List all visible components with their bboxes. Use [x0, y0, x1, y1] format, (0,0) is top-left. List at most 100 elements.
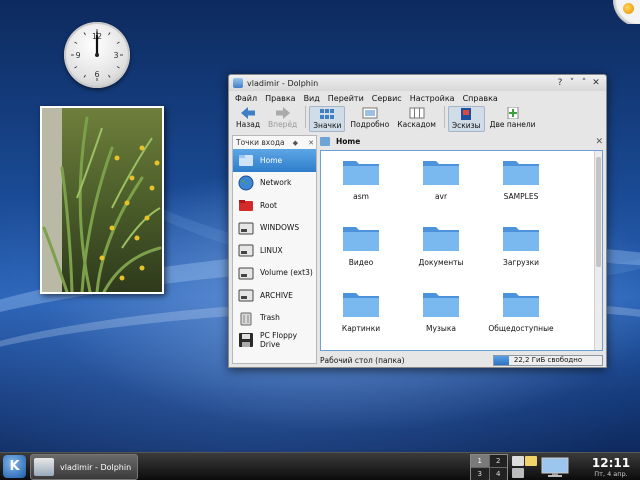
folder-icon — [503, 227, 539, 251]
root-folder-icon — [239, 200, 253, 212]
place-label: ARCHIVE — [260, 290, 293, 300]
folder-label: Видео — [348, 258, 374, 267]
place-floppy[interactable]: PC Floppy Drive — [233, 329, 316, 352]
status-bar: Рабочий стол (папка) 22,2 ГиБ свободно — [320, 354, 603, 366]
folder-label: asm — [353, 192, 369, 201]
free-space-bar: 22,2 ГиБ свободно — [493, 354, 603, 366]
maximize-icon[interactable]: ˄ — [578, 78, 590, 88]
place-network[interactable]: Network — [233, 172, 316, 195]
folder-item[interactable]: avr — [401, 157, 481, 201]
place-trash[interactable]: Trash — [233, 307, 316, 330]
menu-file[interactable]: Файл — [235, 94, 257, 103]
clock-time: 12:11 — [591, 456, 631, 470]
dolphin-app-icon[interactable] — [233, 78, 243, 88]
menu-tools[interactable]: Сервис — [372, 94, 402, 103]
folder-icon — [423, 161, 459, 185]
clock-numeral-9: 9 — [75, 51, 80, 60]
folder-icon — [343, 227, 379, 251]
drive-icon — [238, 222, 254, 235]
network-icon — [238, 175, 254, 191]
desktop-2[interactable]: 2 — [489, 455, 507, 467]
back-label: Назад — [236, 120, 261, 129]
place-label: Root — [260, 200, 277, 210]
analog-clock-widget: 12 3 6 9 — [64, 22, 130, 88]
place-label: PC Floppy Drive — [260, 331, 298, 350]
folder-item[interactable]: Видео — [321, 223, 401, 267]
place-volume-ext3[interactable]: Volume (ext3) — [233, 262, 316, 285]
close-view-icon[interactable]: ✕ — [595, 137, 603, 147]
place-windows[interactable]: WINDOWS — [233, 217, 316, 240]
digital-clock[interactable]: 12:11 Пт, 4 апр. — [585, 456, 637, 479]
folder-label: Картинки — [341, 324, 381, 333]
columns-view-icon — [409, 107, 425, 119]
vertical-scrollbar[interactable] — [594, 151, 602, 350]
kde-menu-button[interactable]: K — [3, 455, 26, 478]
place-label: Trash — [260, 313, 280, 323]
window-titlebar[interactable]: vladimir - Dolphin ? ˅ ˄ ✕ — [229, 75, 606, 91]
place-archive[interactable]: ARCHIVE — [233, 284, 316, 307]
help-icon[interactable]: ? — [554, 78, 566, 88]
clock-numeral-3: 3 — [113, 51, 118, 60]
split-view-icon — [507, 107, 519, 119]
menu-settings[interactable]: Настройка — [410, 94, 455, 103]
menu-view[interactable]: Вид — [304, 94, 320, 103]
back-button[interactable]: Назад — [233, 106, 263, 130]
folder-icon — [503, 161, 539, 185]
folder-icon — [503, 293, 539, 317]
folder-item[interactable]: Документы — [401, 223, 481, 267]
menu-help[interactable]: Справка — [463, 94, 498, 103]
split-view-button[interactable]: Две панели — [487, 106, 539, 130]
minimize-icon[interactable]: ˅ — [566, 78, 578, 88]
window-title: vladimir - Dolphin — [247, 78, 319, 88]
task-button-dolphin[interactable]: vladimir - Dolphin — [30, 454, 138, 480]
place-home[interactable]: Home — [233, 149, 316, 172]
home-icon[interactable] — [320, 137, 330, 146]
location-bar[interactable]: Home ✕ — [320, 135, 603, 148]
desktop-pager: 1 2 3 4 — [470, 454, 508, 480]
place-label: Volume (ext3) — [260, 268, 313, 278]
drive-icon — [238, 267, 254, 280]
place-linux[interactable]: LINUX — [233, 239, 316, 262]
preview-icon — [461, 108, 472, 120]
icons-view-icon — [320, 109, 335, 119]
place-label: WINDOWS — [260, 223, 300, 233]
folder-icon — [343, 293, 379, 317]
device-notifier-icon[interactable] — [512, 468, 524, 478]
forward-button[interactable]: Вперёд — [265, 106, 300, 130]
folder-icon — [423, 293, 459, 317]
panel-close-icon[interactable]: ✕ — [308, 139, 314, 147]
desktop-3[interactable]: 3 — [471, 468, 489, 480]
folder-label: Загрузки — [503, 258, 539, 267]
columns-view-label: Каскадом — [397, 120, 436, 129]
folder-label: Музыка — [426, 324, 456, 333]
file-view[interactable]: asm avr SAMPLES Видео Документы Загрузки — [320, 150, 603, 351]
icons-view-label: Значки — [313, 121, 342, 130]
panel-float-icon[interactable]: ◆ — [293, 139, 298, 147]
folder-item[interactable]: Загрузки — [481, 223, 561, 267]
place-root[interactable]: Root — [233, 194, 316, 217]
folder-item[interactable]: Общедоступные — [481, 289, 561, 333]
folder-label: Общедоступные — [488, 324, 554, 333]
folder-item[interactable]: SAMPLES — [481, 157, 561, 201]
folder-item[interactable]: Картинки — [321, 289, 401, 333]
place-label: Home — [260, 155, 283, 165]
details-view-button[interactable]: Подробно — [347, 106, 392, 130]
klipper-icon[interactable] — [512, 456, 524, 466]
folder-item[interactable]: Музыка — [401, 289, 481, 333]
desktop-4[interactable]: 4 — [489, 468, 507, 480]
menu-edit[interactable]: Правка — [265, 94, 295, 103]
folder-item[interactable]: asm — [321, 157, 401, 201]
menu-go[interactable]: Перейти — [328, 94, 364, 103]
notes-icon[interactable] — [525, 456, 537, 466]
desktop-1[interactable]: 1 — [471, 455, 489, 467]
network-monitor-icon[interactable] — [541, 457, 569, 477]
icons-view-button[interactable]: Значки — [309, 106, 346, 132]
breadcrumb[interactable]: Home — [336, 137, 360, 146]
columns-view-button[interactable]: Каскадом — [394, 106, 439, 130]
scrollbar-thumb[interactable] — [596, 157, 601, 267]
folder-icon — [343, 161, 379, 185]
preview-button[interactable]: Эскизы — [447, 106, 485, 132]
arrow-left-icon — [241, 107, 255, 119]
desktop-toolbox-icon[interactable] — [610, 0, 640, 24]
close-icon[interactable]: ✕ — [590, 78, 602, 88]
